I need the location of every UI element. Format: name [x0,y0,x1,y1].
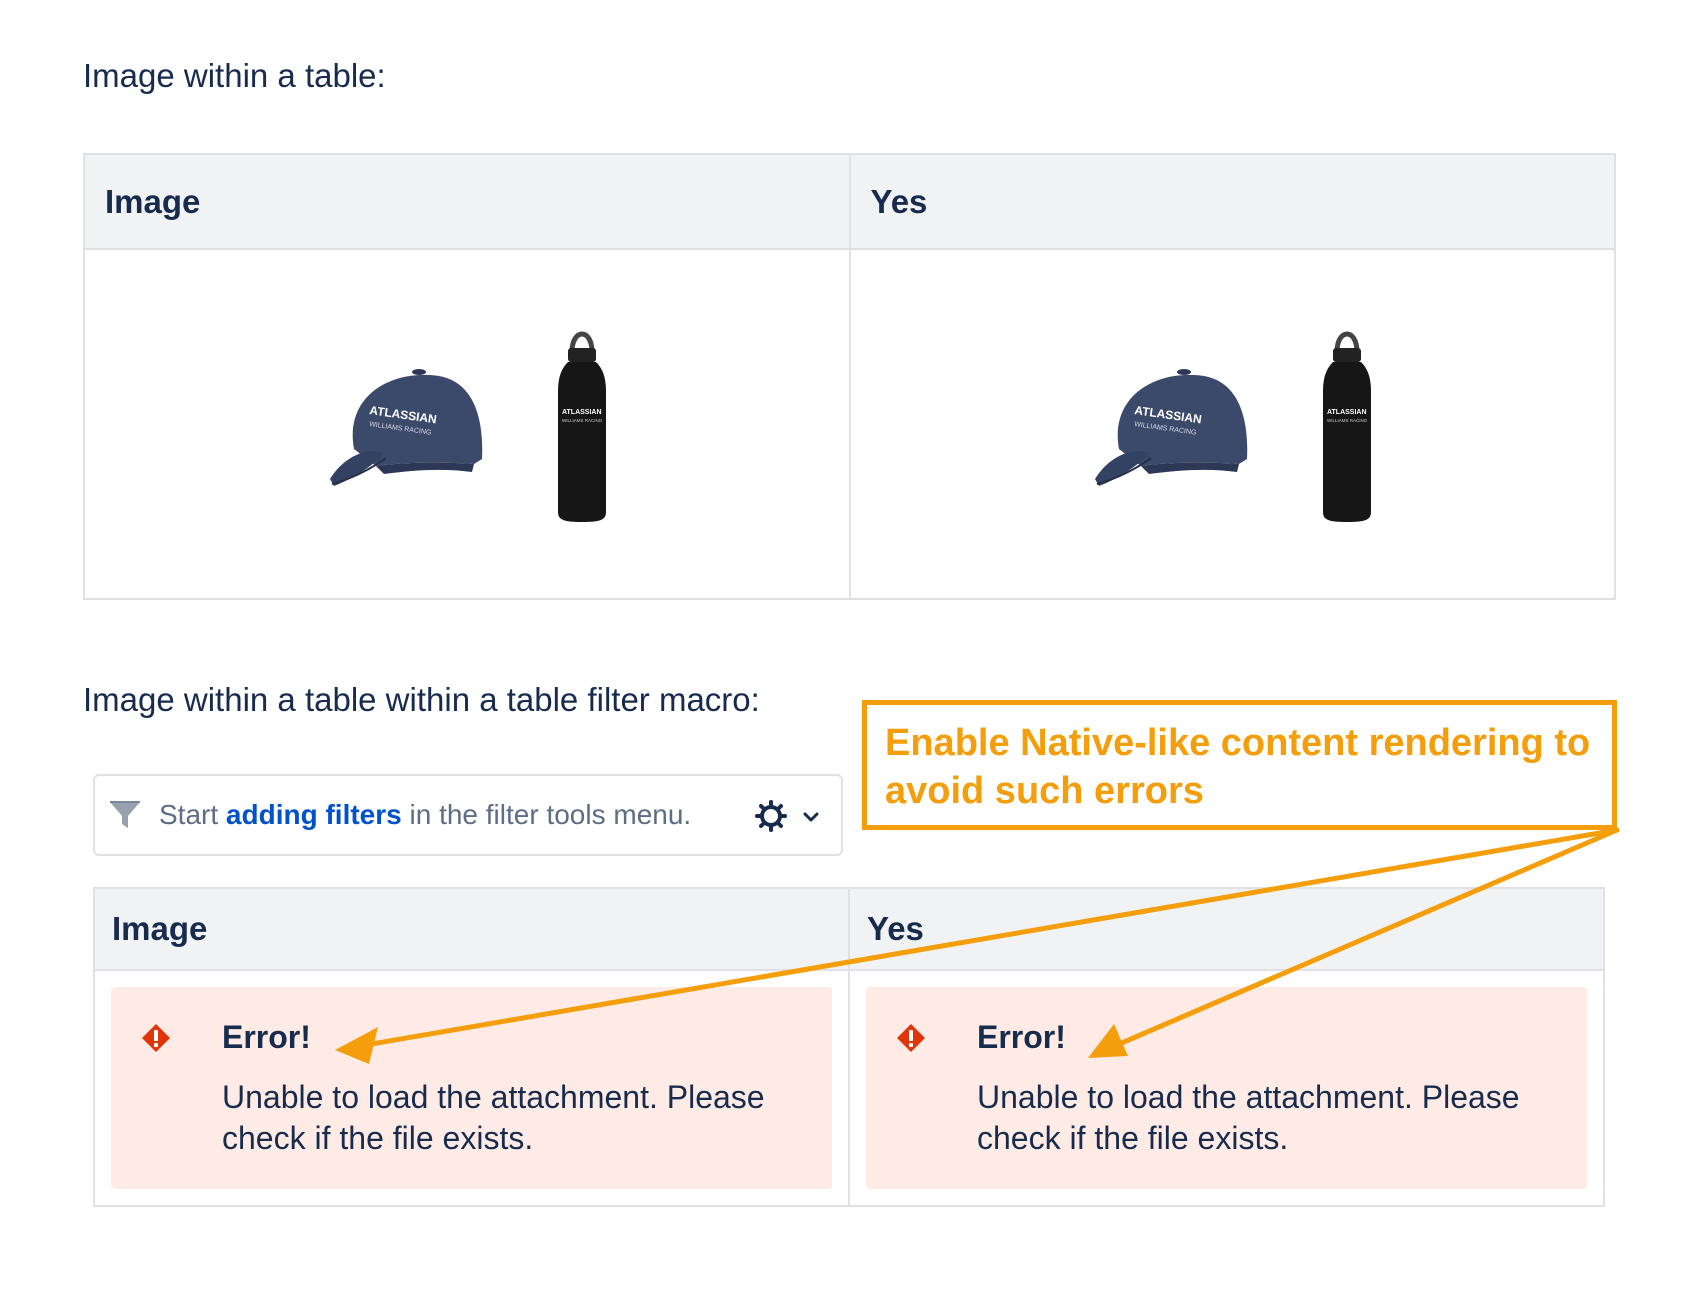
chevron-down-icon[interactable] [801,807,821,827]
table-header-yes: Yes [848,153,1616,250]
svg-text:WILLIAMS RACING: WILLIAMS RACING [562,418,603,423]
table-header-image[interactable]: Image [93,887,850,971]
error-description: Unable to load the attachment. Please ch… [977,1079,1520,1156]
annotation-text: Enable Native-like content rendering to … [885,722,1591,812]
filter-hint-prefix: Start [159,799,219,830]
table-filter-toolbar: Start adding filters in the filter tools… [93,774,843,856]
product-image[interactable]: ATLASSIAN WILLIAMS RACING ATLASSIAN WILL… [324,324,610,524]
error-icon [142,1024,170,1052]
table-header-image: Image [83,153,851,250]
table-cell-image: ATLASSIAN WILLIAMS RACING ATLASSIAN WILL… [83,248,851,600]
svg-text:ATLASSIAN: ATLASSIAN [1327,409,1367,416]
table-header-row: Image Yes [83,153,1616,250]
filtered-table: Image Yes Error! Unable to load the atta… [93,887,1605,1207]
svg-text:WILLIAMS RACING: WILLIAMS RACING [1327,418,1368,423]
section-label-image-table: Image within a table: [83,57,386,94]
funnel-icon [110,801,140,828]
cap-image: ATLASSIAN WILLIAMS RACING [1095,369,1248,486]
filter-hint: Start adding filters in the filter tools… [159,799,691,831]
bottle-image: ATLASSIAN WILLIAMS RACING [1323,331,1372,522]
adding-filters-link[interactable]: adding filters [226,799,402,830]
cap-image: ATLASSIAN WILLIAMS RACING [329,369,482,486]
table-row: ATLASSIAN WILLIAMS RACING ATLASSIAN WILL… [83,248,1616,600]
table-row: Error! Unable to load the attachment. Pl… [93,969,1605,1207]
error-message: Error! Unable to load the attachment. Pl… [111,987,832,1189]
error-description: Unable to load the attachment. Please ch… [222,1079,765,1156]
error-title: Error! [977,1019,1066,1055]
table-header-yes[interactable]: Yes [848,887,1605,971]
bottle-image: ATLASSIAN WILLIAMS RACING [557,331,606,522]
error-icon [897,1024,925,1052]
table-header-row: Image Yes [93,887,1605,971]
table-cell-yes: Error! Unable to load the attachment. Pl… [848,969,1605,1207]
product-image[interactable]: ATLASSIAN WILLIAMS RACING ATLASSIAN WILL… [1089,324,1375,524]
error-title: Error! [222,1019,311,1055]
image-table: Image Yes ATLASSIAN WILLIAMS RACING ATLA… [83,153,1616,600]
annotation-callout: Enable Native-like content rendering to … [862,700,1617,830]
svg-text:ATLASSIAN: ATLASSIAN [562,409,602,416]
table-cell-image: Error! Unable to load the attachment. Pl… [93,969,850,1207]
error-message: Error! Unable to load the attachment. Pl… [866,987,1587,1189]
gear-icon[interactable] [755,800,787,832]
filter-hint-suffix: in the filter tools menu. [409,799,692,830]
table-cell-yes: ATLASSIAN WILLIAMS RACING ATLASSIAN WILL… [848,248,1616,600]
section-label-filter-macro: Image within a table within a table filt… [83,681,760,718]
